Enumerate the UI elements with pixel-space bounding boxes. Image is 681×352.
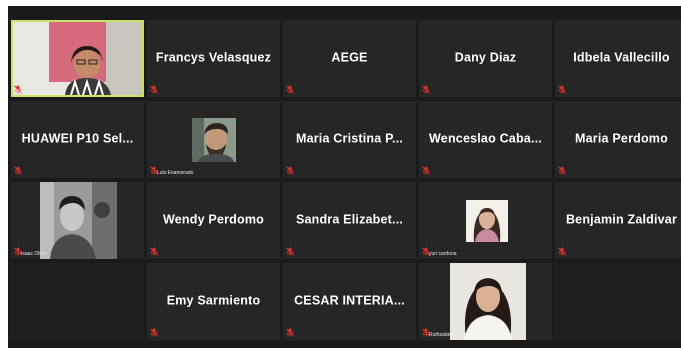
participant-tile-wendy-perdomo[interactable]: Wendy Perdomo (147, 182, 280, 259)
participant-name: Francys Velasquez (155, 50, 272, 65)
participant-name: Emy Sarmiento (166, 293, 261, 308)
participant-name: Wendy Perdomo (163, 212, 264, 227)
participant-name: CESAR INTERIA... (294, 293, 405, 308)
participant-tile-maria-cristina-pedroz[interactable]: Maria Cristina Pedroz (11, 20, 144, 97)
muted-microphone-icon (150, 85, 158, 94)
participant-tile-maria-perdomo[interactable]: Maria Perdomo (555, 101, 681, 178)
participant-name: Idbela Vallecillo (573, 50, 670, 65)
muted-microphone-icon (286, 328, 294, 337)
muted-microphone-icon (286, 85, 294, 94)
participant-name: Wenceslao Caba... (429, 131, 542, 146)
empty-tile (555, 263, 681, 340)
participant-tile-benjamin-zaldivar[interactable]: Benjamin Zaldivar (555, 182, 681, 259)
participant-tile-francys-velasquez[interactable]: Francys Velasquez (147, 20, 280, 97)
participant-tile-aege[interactable]: AEGE (283, 20, 416, 97)
participant-tile-yuri-cardona[interactable]: yuri cardona (419, 182, 552, 259)
participant-video (192, 118, 236, 162)
video-gallery: Maria Cristina Pedroz Francys Velasquez … (8, 6, 681, 348)
muted-microphone-icon (286, 166, 294, 175)
participant-label: yuri cardona (429, 251, 457, 257)
participant-tile-sandra-elizabet[interactable]: Sandra Elizabet... (283, 182, 416, 259)
participant-video (466, 200, 508, 242)
participant-tile-huawei-p10[interactable]: HUAWEI P10 Sel... (11, 101, 144, 178)
participant-name: AEGE (331, 50, 368, 65)
participant-tile-idbela-vallecillo[interactable]: Idbela Vallecillo (555, 20, 681, 97)
participant-tile-emy-sarmiento[interactable]: Emy Sarmiento (147, 263, 280, 340)
muted-microphone-icon (558, 247, 566, 256)
participant-tile-wenceslao-caba[interactable]: Wenceslao Caba... (419, 101, 552, 178)
participant-label: Maria Cristina Pedroz (14, 89, 63, 95)
participant-tile-dany-diaz[interactable]: Dany Diaz (419, 20, 552, 97)
participant-tile-maria-cristina-p[interactable]: Maria Cristina P... (283, 101, 416, 178)
participant-tile-ruthsabel-castro[interactable]: Ruthsabel Castro (419, 263, 552, 340)
participant-grid: Maria Cristina Pedroz Francys Velasquez … (11, 20, 681, 340)
participant-name: Maria Cristina P... (295, 131, 404, 146)
participant-label: Luis Enamorado (157, 170, 194, 176)
empty-tile (11, 263, 144, 340)
participant-tile-isaac-oliva[interactable]: Isaac Oliva (11, 182, 144, 259)
participant-name: Maria Perdomo (575, 131, 668, 146)
participant-name: Dany Diaz (454, 50, 517, 65)
participant-name: HUAWEI P10 Sel... (21, 131, 134, 146)
muted-microphone-icon (150, 328, 158, 337)
muted-microphone-icon (558, 166, 566, 175)
participant-label: Isaac Oliva (21, 251, 46, 257)
muted-microphone-icon (150, 247, 158, 256)
participant-video (450, 263, 526, 340)
muted-microphone-icon (558, 85, 566, 94)
participant-video (40, 182, 117, 259)
participant-label: Ruthsabel Castro (429, 332, 468, 338)
muted-microphone-icon (422, 85, 430, 94)
participant-tile-luis-enamorado[interactable]: Luis Enamorado (147, 101, 280, 178)
participant-tile-cesar-interia[interactable]: CESAR INTERIA... (283, 263, 416, 340)
muted-microphone-icon (14, 166, 22, 175)
participant-name: Sandra Elizabet... (295, 212, 404, 227)
muted-microphone-icon (422, 166, 430, 175)
participant-video (13, 22, 142, 95)
participant-name: Benjamin Zaldivar (565, 212, 678, 227)
muted-microphone-icon (286, 247, 294, 256)
